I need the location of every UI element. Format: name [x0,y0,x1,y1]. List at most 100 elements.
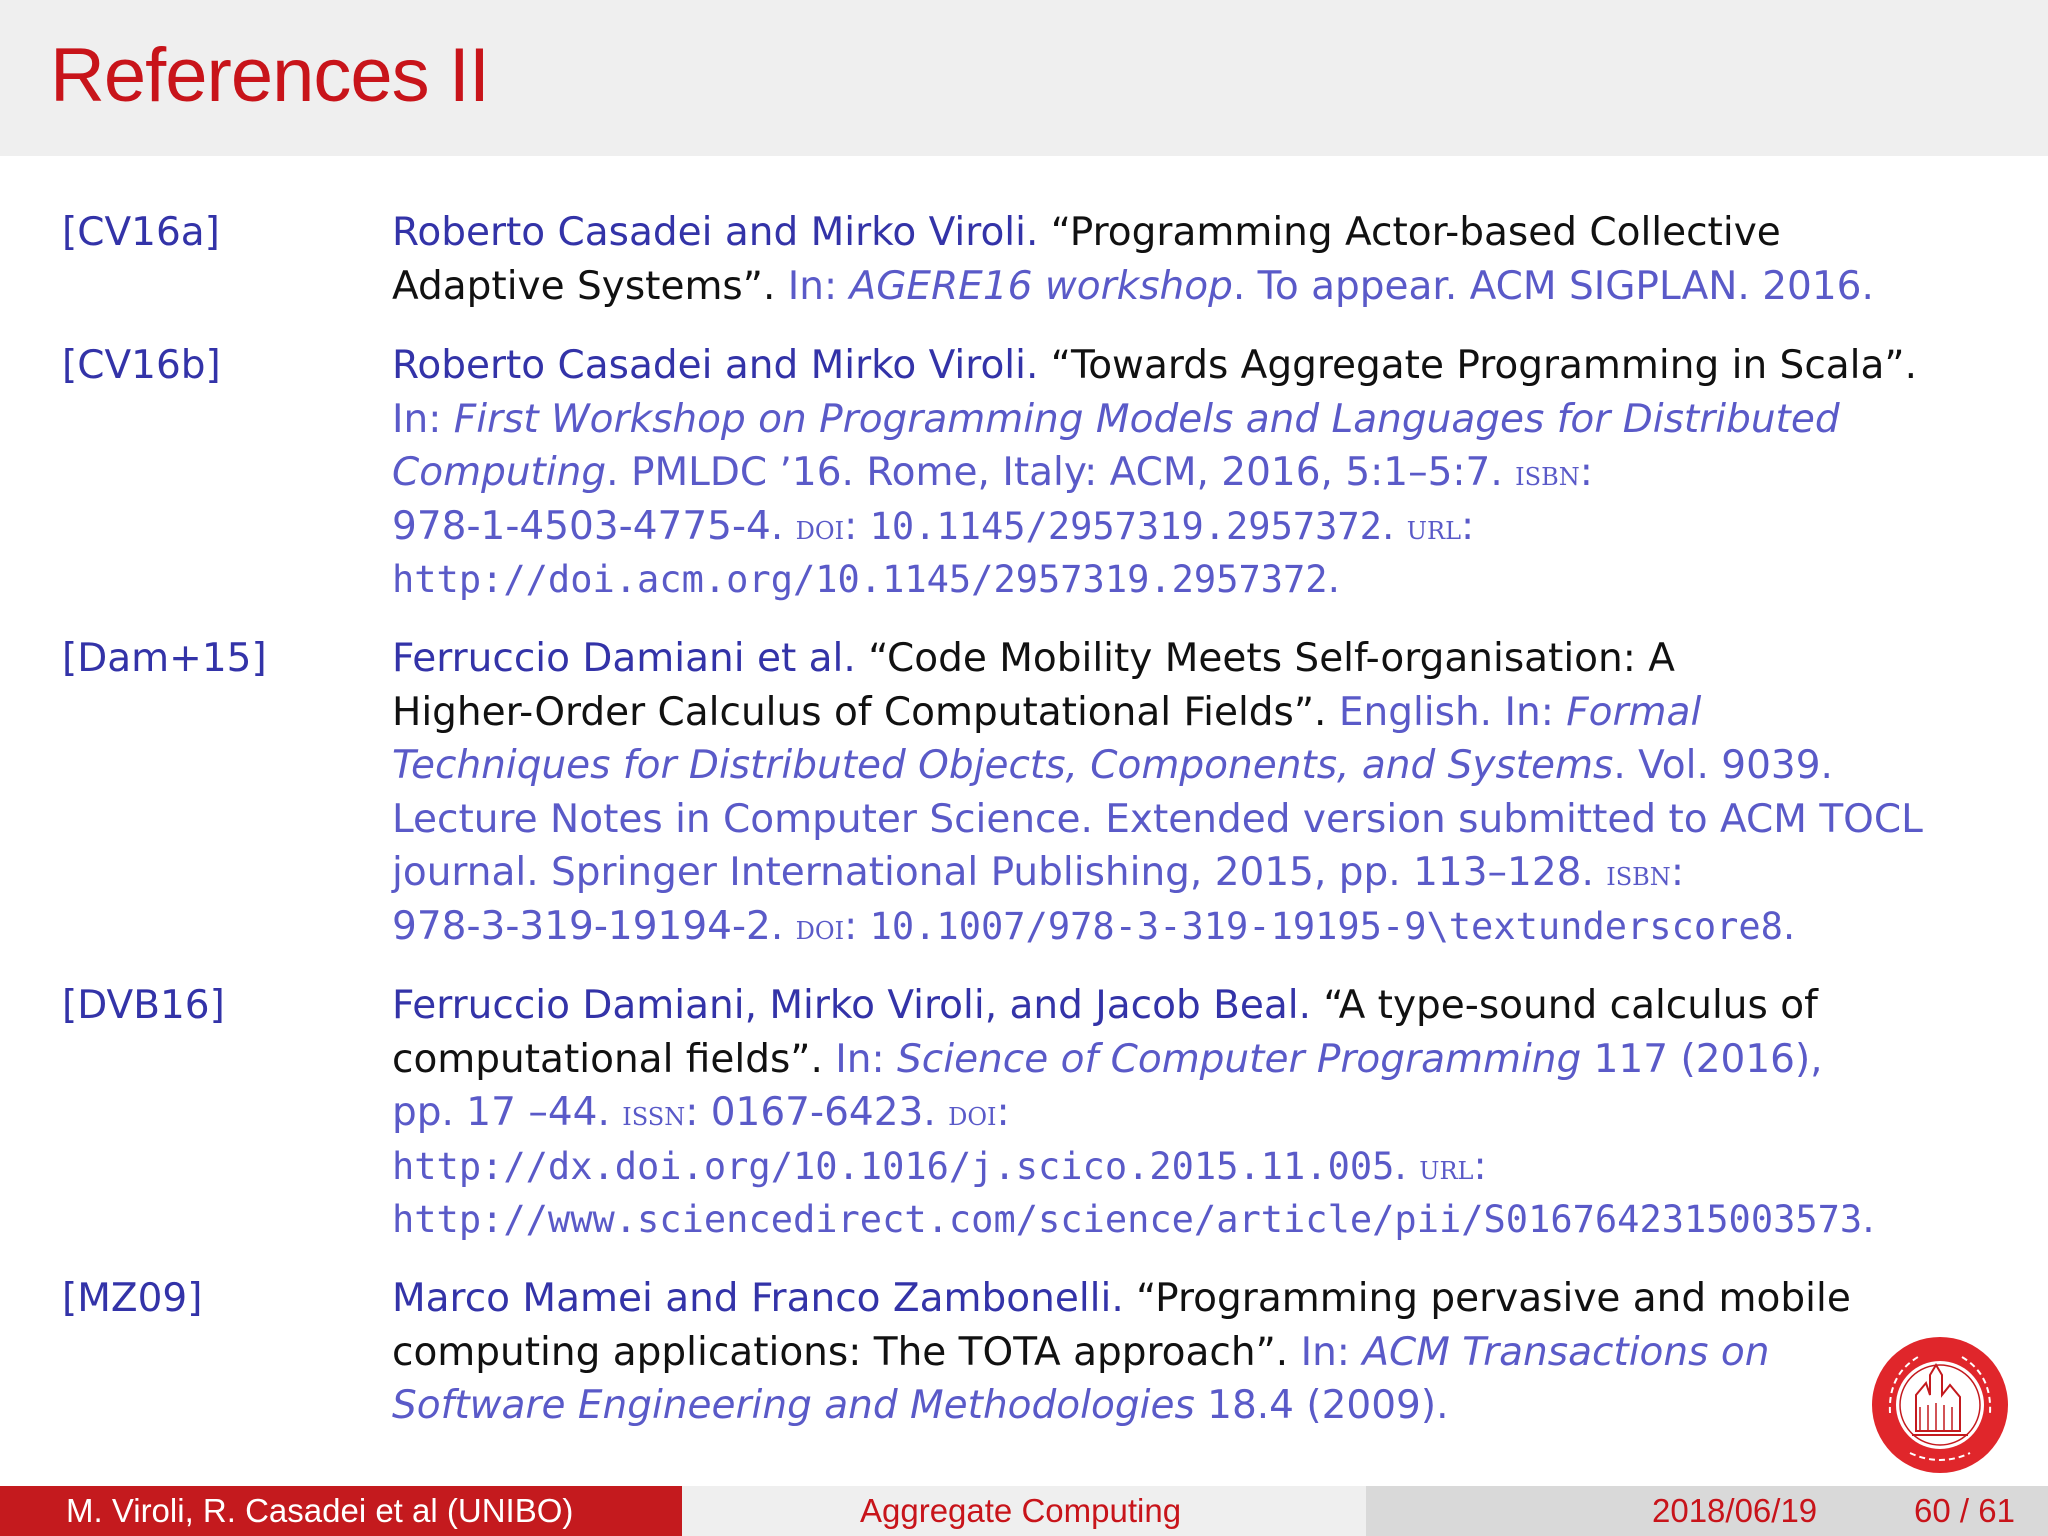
reference-body: Ferruccio Damiani, Mirko Viroli, and Jac… [392,979,1997,1247]
reference-text-run: Roberto Casadei and Mirko Viroli. [392,210,1039,255]
reference-text-run: : [1670,850,1684,895]
reference-line: Ferruccio Damiani, Mirko Viroli, and Jac… [392,979,1997,1033]
reference-text-run: computational fields”. [392,1036,836,1082]
slide-header: References II [0,0,2048,156]
reference-text-run: “Towards Aggregate Programming in Scala”… [1038,343,1917,388]
reference-text-run: issn [622,1094,686,1134]
footer-title-panel: Aggregate Computing [682,1486,1366,1536]
reference-text-run: English. In: [1338,689,1567,735]
reference-text-run: . [1862,1197,1875,1242]
reference-text-run: doi [948,1094,997,1134]
reference-text-run: Software Engineering and Methodologies [392,1383,1195,1428]
reference-text-run: : [1461,503,1475,549]
reference-text-run: Science of Computer Programming [897,1036,1582,1082]
footer-date: 2018/06/19 [1652,1492,1818,1529]
reference-text-run: Lecture Notes in Computer Science. Exten… [392,796,1923,842]
slide-footer: M. Viroli, R. Casadei et al (UNIBO) Aggr… [0,1486,2048,1536]
reference-line: 978-1-4503-4775-4. doi: 10.1145/2957319.… [392,500,1997,554]
reference-text-run: In: [787,263,850,309]
university-seal-logo [1872,1337,2008,1473]
footer-talk-title: Aggregate Computing [860,1492,1182,1529]
reference-key: [DVB16] [62,983,225,1028]
reference-line: journal. Springer International Publishi… [392,846,1997,900]
reference-text-run: : [996,1090,1010,1135]
reference-text-run: Marco Mamei and Franco Zambonelli. [392,1276,1124,1321]
reference-line: 978-3-319-19194-2. doi: 10.1007/978-3-31… [392,900,1997,954]
reference-text-run: . [1381,503,1407,549]
reference-text-run: “A type-sound calculus of [1311,983,1818,1028]
reference-line: http://www.sciencedirect.com/science/art… [392,1193,1997,1247]
reference-text-run: : [844,903,870,949]
reference-text-run: url [1406,507,1461,548]
reference-text-run: . [1327,557,1340,602]
footer-authors-panel: M. Viroli, R. Casadei et al (UNIBO) [0,1486,682,1536]
reference-text-run: ACM Transactions on [1362,1329,1770,1375]
reference-text-run: http://doi.acm.org/10.1145/2957319.29573… [392,558,1328,601]
reference-text-run: . To appear. ACM SIGPLAN. 2016. [1232,263,1874,309]
reference-text-run: Ferruccio Damiani, Mirko Viroli, and Jac… [392,983,1312,1028]
reference-text-run: Computing [392,450,607,495]
reference-text-run: url [1419,1147,1474,1188]
reference-text-run: In: [392,396,454,442]
reference-line: pp. 17 –44. issn: 0167-6423. doi: [392,1086,1997,1140]
reference-line: http://doi.acm.org/10.1145/2957319.29573… [392,553,1997,607]
reference-text-run: . [1394,1143,1420,1189]
reference-text-run: In: [1300,1329,1363,1375]
reference-text-run: Adaptive Systems”. [392,263,788,309]
reference-text-run: journal. Springer International Publishi… [392,850,1607,895]
reference-text-run: Techniques for Distributed Objects, Comp… [392,743,1614,788]
reference-text-run: . Vol. 9039. [1613,743,1833,788]
reference-line: http://dx.doi.org/10.1016/j.scico.2015.1… [392,1140,1997,1194]
footer-page-number: 60 / 61 [1914,1492,2015,1529]
reference-text-run: First Workshop on Programming Models and… [453,396,1840,442]
reference-text-run: “Programming Actor-based Collective [1038,210,1781,255]
reference-text-run: AGERE16 workshop [849,263,1233,309]
slide-title: References II [50,33,490,118]
reference-text-run: pp. 17 –44. [392,1090,623,1135]
reference-line: Software Engineering and Methodologies 1… [392,1379,1997,1433]
reference-text-run: Formal [1566,689,1702,735]
reference-line: computing applications: The TOTA approac… [392,1326,1997,1380]
reference-text-run: : [1473,1143,1487,1189]
reference-text-run: 978-3-319-19194-2. [392,903,796,949]
reference-text-run: http://dx.doi.org/10.1016/j.scico.2015.1… [392,1144,1395,1188]
reference-text-run: doi [795,507,845,548]
reference-body: Marco Mamei and Franco Zambonelli. “Prog… [392,1272,1997,1433]
reference-line: Marco Mamei and Franco Zambonelli. “Prog… [392,1272,1997,1326]
reference-text-run: . PMLDC ’16. Rome, Italy: ACM, 2016, 5:1… [606,450,1516,495]
reference-key: [CV16a] [62,210,220,255]
reference-key: [CV16b] [62,343,221,388]
reference-text-run: . [1782,903,1796,949]
reference-text-run: http://www.sciencedirect.com/science/art… [392,1198,1863,1241]
reference-text-run: 18.4 (2009). [1194,1383,1449,1428]
reference-text-run: 10.1145/2957319.2957372 [869,504,1382,548]
reference-line: Roberto Casadei and Mirko Viroli. “Towar… [392,339,1997,393]
reference-text-run: Higher-Order Calculus of Computational F… [392,689,1339,735]
reference-line: Ferruccio Damiani et al. “Code Mobility … [392,632,1997,686]
reference-text-run: : [844,503,870,549]
reference-text-run: : 0167-6423. [685,1090,949,1135]
reference-text-run: In: [835,1036,898,1082]
reference-text-run: “Programming pervasive and mobile [1123,1276,1851,1321]
reference-text-run: 117 (2016), [1581,1036,1823,1082]
footer-authors: M. Viroli, R. Casadei et al (UNIBO) [66,1492,574,1529]
reference-text-run: 10.1007/978-3-319-19195-9\textunderscore… [869,904,1783,948]
reference-key: [MZ09] [62,1276,203,1321]
reference-text-run: “Code Mobility Meets Self-organisation: … [855,636,1675,681]
reference-line: In: First Workshop on Programming Models… [392,393,1997,447]
reference-text-run: Roberto Casadei and Mirko Viroli. [392,343,1039,388]
reference-line: Techniques for Distributed Objects, Comp… [392,739,1997,793]
reference-line: Lecture Notes in Computer Science. Exten… [392,793,1997,847]
reference-text-run: isbn [1515,454,1580,494]
footer-meta-panel: 2018/06/19 60 / 61 [1366,1486,2048,1536]
reference-body: Roberto Casadei and Mirko Viroli. “Progr… [392,206,1997,313]
reference-text-run: isbn [1606,854,1671,894]
reference-body: Ferruccio Damiani et al. “Code Mobility … [392,632,1997,953]
reference-text-run: Ferruccio Damiani et al. [392,636,856,681]
reference-line: Roberto Casadei and Mirko Viroli. “Progr… [392,206,1997,260]
reference-line: Higher-Order Calculus of Computational F… [392,686,1997,740]
reference-body: Roberto Casadei and Mirko Viroli. “Towar… [392,339,1997,607]
reference-text-run: doi [795,907,845,948]
reference-text-run: computing applications: The TOTA approac… [392,1329,1301,1375]
reference-text-run: 978-1-4503-4775-4. [392,503,796,549]
